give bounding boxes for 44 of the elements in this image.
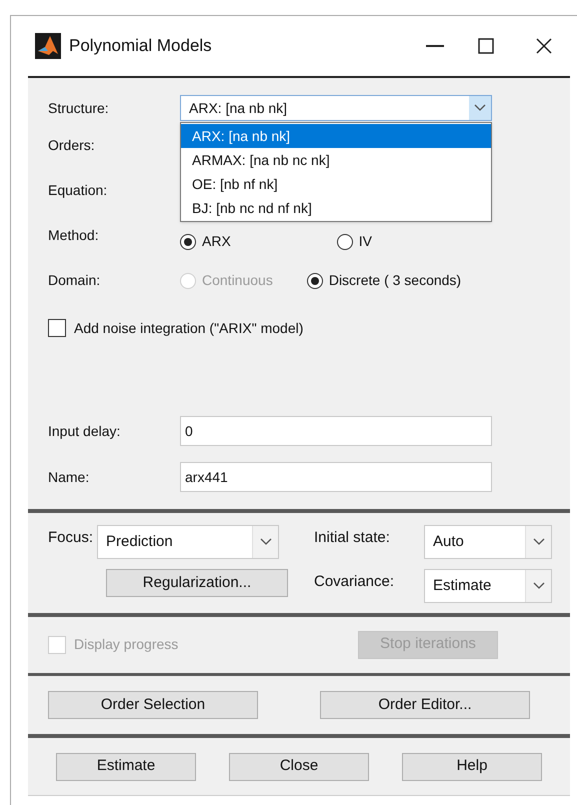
button[interactable]: Order Selection xyxy=(48,691,258,720)
dropdown[interactable]: Estimate xyxy=(424,569,552,603)
button[interactable]: Estimate xyxy=(56,752,196,781)
field-label: Structure: xyxy=(48,98,110,118)
radio-button[interactable] xyxy=(336,234,353,250)
chevron-down-icon xyxy=(260,538,272,546)
field-label: Orders: xyxy=(48,136,95,155)
close-icon[interactable] xyxy=(536,38,552,54)
radio-button[interactable] xyxy=(180,234,196,250)
chevron-down-icon xyxy=(532,582,544,590)
radio-button[interactable] xyxy=(306,272,323,288)
dropdown-option[interactable]: ARMAX: [na nb nc nk] xyxy=(181,148,491,172)
button[interactable]: Regularization... xyxy=(106,569,288,597)
input-field[interactable]: arx441 xyxy=(180,462,492,492)
field-label: Name: xyxy=(48,468,90,486)
field-label: Domain: xyxy=(48,271,102,290)
maximize-icon[interactable] xyxy=(478,38,494,54)
checkbox-label: Display progress xyxy=(74,635,178,654)
dropdown-option[interactable]: ARX: [na nb nk] xyxy=(181,124,491,148)
button[interactable]: Order Editor... xyxy=(320,691,530,720)
field-label: Method: xyxy=(48,226,100,245)
checkbox[interactable] xyxy=(48,319,66,337)
field-label: Equation: xyxy=(48,181,108,200)
chevron-down-icon xyxy=(474,104,486,112)
radio-label: Continuous xyxy=(202,271,273,290)
dropdown[interactable]: Prediction xyxy=(97,525,280,559)
field-label: Initial state: xyxy=(314,528,391,548)
dropdown[interactable]: Auto xyxy=(424,525,552,559)
dropdown-option[interactable]: OE: [nb nf nk] xyxy=(181,172,491,196)
checkbox-label: Add noise integration ("ARIX" model) xyxy=(74,318,304,338)
field-label: Input delay: xyxy=(48,422,122,441)
field-label: Covariance: xyxy=(314,572,396,592)
field-label: Focus: xyxy=(48,528,94,548)
dropdown-option[interactable]: BJ: [nb nc nd nf nk] xyxy=(181,196,491,220)
radio-label: ARX xyxy=(202,232,231,251)
window-title: Polynomial Models xyxy=(69,35,213,58)
button[interactable]: Help xyxy=(402,752,542,781)
radio-label: IV xyxy=(358,232,372,251)
app-logo-icon xyxy=(35,33,61,59)
input-field[interactable]: 0 xyxy=(180,416,492,446)
chevron-down-icon xyxy=(532,538,544,546)
dropdown[interactable]: ARX: [na nb nk] xyxy=(180,95,492,121)
button[interactable]: Close xyxy=(229,752,369,781)
radio-label: Discrete ( 3 seconds) xyxy=(328,271,462,290)
